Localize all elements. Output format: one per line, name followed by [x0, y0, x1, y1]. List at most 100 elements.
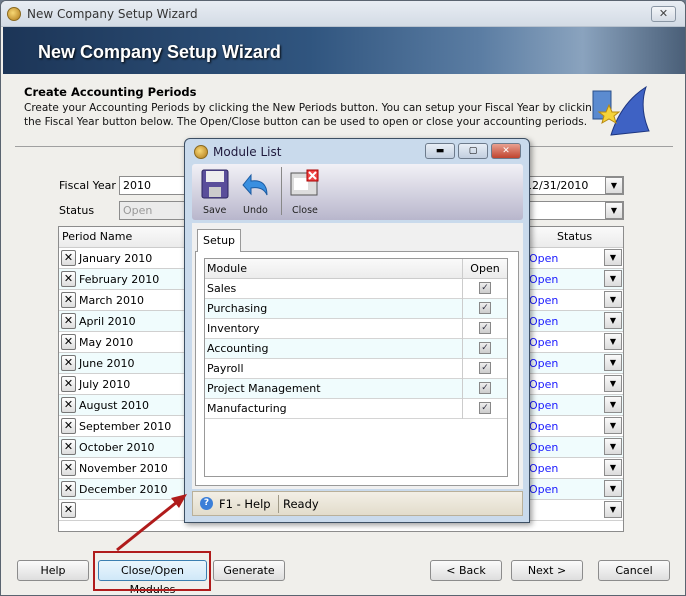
module-name: Sales [207, 282, 237, 295]
period-name[interactable]: August 2010 [79, 399, 149, 412]
delete-row-button[interactable]: ✕ [61, 355, 76, 371]
open-cell: ✓ [462, 279, 507, 299]
close-form-icon [290, 169, 319, 196]
module-name: Accounting [207, 342, 269, 355]
status-dropdown[interactable]: ▼ [605, 202, 623, 219]
dialog-close-button[interactable]: ✕ [491, 143, 521, 159]
status-dropdown-button[interactable]: ▼ [604, 333, 622, 350]
status-dropdown-button[interactable]: ▼ [604, 417, 622, 434]
back-button[interactable]: < Back [430, 560, 502, 581]
cancel-button[interactable]: Cancel [598, 560, 670, 581]
period-status[interactable]: Open [529, 315, 558, 328]
period-name[interactable]: September 2010 [79, 420, 171, 433]
delete-row-button[interactable]: ✕ [61, 334, 76, 350]
open-checkbox[interactable]: ✓ [479, 322, 491, 334]
title-bar: New Company Setup Wizard ✕ [1, 1, 685, 27]
save-button[interactable]: Save [195, 166, 231, 218]
open-checkbox[interactable]: ✓ [479, 402, 491, 414]
tab-panel: Setup Module Open Sales ✓ Purchasing ✓ Inv… [192, 223, 523, 489]
tab-setup[interactable]: Setup [197, 229, 241, 252]
open-cell: ✓ [462, 399, 507, 419]
maximize-button[interactable]: ▢ [458, 143, 488, 159]
open-cell: ✓ [462, 359, 507, 379]
period-name[interactable]: December 2010 [79, 483, 168, 496]
close-window-button[interactable]: ✕ [651, 6, 676, 22]
banner-title: New Company Setup Wizard [38, 42, 281, 62]
module-row: Accounting ✓ [205, 339, 507, 359]
tab-body: Module Open Sales ✓ Purchasing ✓ Inventory… [195, 251, 519, 486]
period-status[interactable]: Open [529, 483, 558, 496]
status-dropdown-button[interactable]: ▼ [604, 438, 622, 455]
delete-row-button[interactable]: ✕ [61, 502, 76, 518]
delete-row-button[interactable]: ✕ [61, 481, 76, 497]
status-dropdown-button[interactable]: ▼ [604, 270, 622, 287]
col-period-name: Period Name [62, 230, 133, 243]
period-name[interactable]: January 2010 [79, 252, 152, 265]
minimize-button[interactable]: ▬ [425, 143, 455, 159]
window-title: New Company Setup Wizard [27, 7, 198, 21]
delete-row-button[interactable]: ✕ [61, 292, 76, 308]
module-row: Purchasing ✓ [205, 299, 507, 319]
open-checkbox[interactable]: ✓ [479, 282, 491, 294]
period-name[interactable]: March 2010 [79, 294, 144, 307]
help-button[interactable]: Help [17, 560, 89, 581]
status-dropdown-button[interactable]: ▼ [604, 291, 622, 308]
wizard-icon [592, 85, 650, 136]
open-checkbox[interactable]: ✓ [479, 302, 491, 314]
period-status[interactable]: Open [529, 252, 558, 265]
status-help[interactable]: F1 - Help [219, 497, 271, 511]
period-status[interactable]: Open [529, 462, 558, 475]
status-dropdown-button[interactable]: ▼ [604, 501, 622, 518]
close-button[interactable]: Close [286, 166, 322, 218]
delete-row-button[interactable]: ✕ [61, 271, 76, 287]
status-dropdown-button[interactable]: ▼ [604, 459, 622, 476]
period-status[interactable]: Open [529, 399, 558, 412]
undo-button[interactable]: Undo [235, 166, 275, 218]
period-name[interactable]: February 2010 [79, 273, 159, 286]
status-dropdown-button[interactable]: ▼ [604, 312, 622, 329]
period-status[interactable]: Open [529, 420, 558, 433]
status-dropdown-button[interactable]: ▼ [604, 480, 622, 497]
toolbar-separator [281, 167, 282, 215]
delete-row-button[interactable]: ✕ [61, 397, 76, 413]
next-button[interactable]: Next > [511, 560, 583, 581]
dialog-title: Module List [213, 145, 282, 159]
module-list-dialog: Module List ▬ ▢ ✕ Save Undo Close Setup [184, 138, 530, 523]
wizard-window: New Company Setup Wizard ✕ New Company S… [0, 0, 686, 596]
period-status[interactable]: Open [529, 441, 558, 454]
delete-row-button[interactable]: ✕ [61, 460, 76, 476]
delete-row-button[interactable]: ✕ [61, 250, 76, 266]
module-grid: Module Open Sales ✓ Purchasing ✓ Inventory… [204, 258, 508, 477]
open-checkbox[interactable]: ✓ [479, 382, 491, 394]
generate-button[interactable]: Generate [213, 560, 285, 581]
end-date-dropdown[interactable]: ▼ [605, 177, 623, 194]
delete-row-button[interactable]: ✕ [61, 376, 76, 392]
app-icon [7, 7, 21, 21]
open-checkbox[interactable]: ✓ [479, 362, 491, 374]
status-dropdown-button[interactable]: ▼ [604, 354, 622, 371]
open-checkbox[interactable]: ✓ [479, 342, 491, 354]
delete-row-button[interactable]: ✕ [61, 313, 76, 329]
status-dropdown-button[interactable]: ▼ [604, 249, 622, 266]
period-name[interactable]: June 2010 [79, 357, 134, 370]
period-status[interactable]: Open [529, 294, 558, 307]
module-name: Inventory [207, 322, 260, 335]
status-bar: ? F1 - Help Ready [192, 491, 523, 516]
period-status[interactable]: Open [529, 273, 558, 286]
period-status[interactable]: Open [529, 378, 558, 391]
delete-row-button[interactable]: ✕ [61, 439, 76, 455]
period-name[interactable]: July 2010 [79, 378, 130, 391]
save-icon [201, 169, 229, 199]
status-dropdown-button[interactable]: ▼ [604, 396, 622, 413]
description-line: the Fiscal Year button below. The Open/C… [24, 116, 588, 128]
period-name[interactable]: October 2010 [79, 441, 155, 454]
period-status[interactable]: Open [529, 336, 558, 349]
status-label: Status [59, 204, 95, 217]
period-status[interactable]: Open [529, 357, 558, 370]
period-name[interactable]: May 2010 [79, 336, 133, 349]
period-name[interactable]: April 2010 [79, 315, 136, 328]
period-name[interactable]: November 2010 [79, 462, 168, 475]
delete-row-button[interactable]: ✕ [61, 418, 76, 434]
module-name: Manufacturing [207, 402, 287, 415]
status-dropdown-button[interactable]: ▼ [604, 375, 622, 392]
